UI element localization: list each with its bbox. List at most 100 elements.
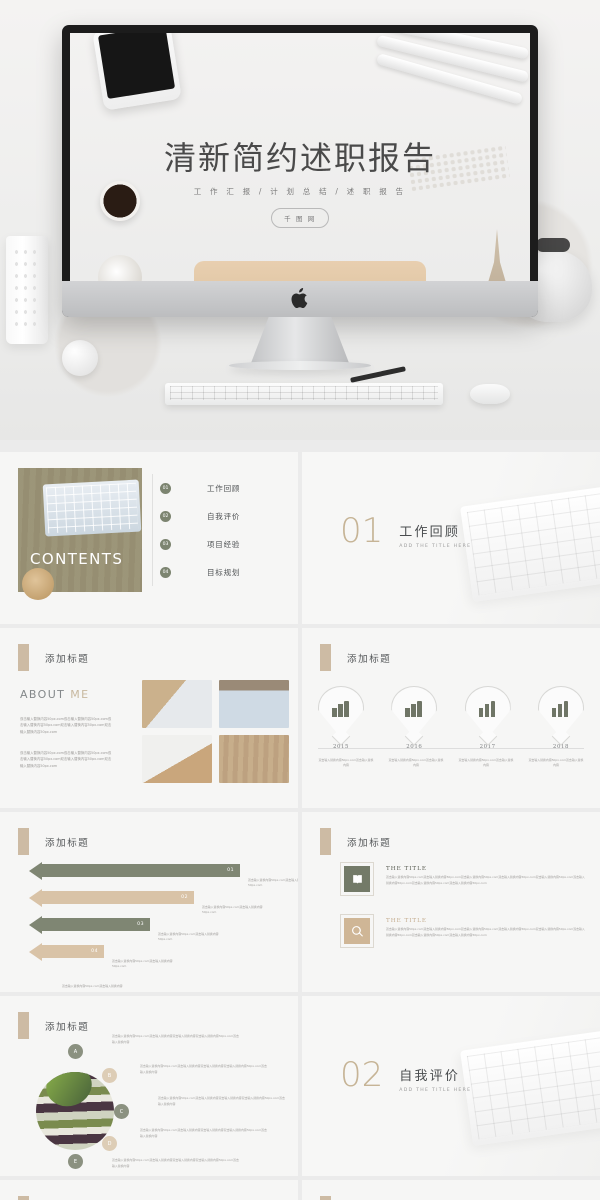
about-heading: ABOUT ME — [20, 688, 89, 701]
accent-bar — [320, 828, 331, 855]
timeline-pin[interactable] — [391, 686, 438, 746]
hero-cover-slide[interactable]: 清新简约述职报告 工 作 汇 报 / 计 划 总 结 / 述 职 报 告 千 图… — [0, 0, 600, 440]
imac-monitor: 清新简约述职报告 工 作 汇 报 / 计 划 总 结 / 述 职 报 告 千 图… — [62, 25, 538, 317]
slide-row: 添加标题 添加标题 — [0, 1180, 600, 1200]
arrow-head-icon — [29, 861, 42, 880]
section-header: 添加标题 — [18, 828, 89, 855]
apple-logo-icon — [291, 288, 308, 308]
section-text-group: 自我评价 ADD THE TITLE HERE — [399, 1058, 471, 1093]
circle-badge-a[interactable]: A — [68, 1044, 83, 1059]
arrow-row-4[interactable]: 04 双击输入替换内容50px.com双击输入替换内容50px.com — [12, 942, 288, 972]
circle-badge-d[interactable]: D — [102, 1136, 117, 1151]
icon-title-label: THE TITLE — [386, 866, 427, 872]
circle-diagram: A B C D E 双击输入替换内容50px.com双击输入替换内容双击输入替换… — [18, 1034, 286, 1169]
cup-photo-element — [22, 568, 54, 600]
timeline-pin[interactable] — [537, 686, 584, 746]
circle-badge-c[interactable]: C — [114, 1104, 129, 1119]
icon-title-body: THE TITLE 双击输入替换内容50px.com双击输入替换内容50px.c… — [386, 866, 586, 892]
arrow-body — [42, 918, 150, 931]
arrow-number: 04 — [91, 949, 98, 954]
slide-bottom-right[interactable]: 添加标题 — [302, 1180, 600, 1200]
circle-text-e: 双击输入替换内容50px.com双击输入替换内容双击输入替换内容双击输入替换内容… — [112, 1158, 239, 1168]
contents-photo: CONTENTS — [18, 468, 142, 600]
slide-about-me[interactable]: 添加标题 ABOUT ME 双击输入替换内容50px.com双击输入替换内容50… — [0, 628, 298, 808]
slide-row: 添加标题 A B C D E 双击输入替换内容50px.com双击输入替换内容双… — [0, 996, 600, 1176]
arrow-text: 双击输入替换内容50px.com双击输入替换内容50px.com — [202, 905, 263, 915]
contents-list: 01 工作回顾 02 自我评价 03 项目经验 04 目标规划 — [160, 474, 282, 586]
icon-title-list: THE TITLE 双击输入替换内容50px.com双击输入替换内容50px.c… — [340, 862, 586, 970]
section-header: 添加标题 — [320, 644, 391, 671]
accent-bar — [320, 644, 331, 671]
contents-item-3[interactable]: 03 项目经验 — [160, 530, 282, 558]
contents-label: 自我评价 — [207, 511, 241, 521]
contents-number: 01 — [160, 482, 171, 494]
keyboard-decoration — [460, 486, 600, 602]
building-chart-icon — [332, 701, 350, 717]
contents-label: 工作回顾 — [207, 483, 241, 493]
arrow-number: 03 — [137, 922, 144, 927]
arrow-row-2[interactable]: 02 双击输入替换内容50px.com双击输入替换内容50px.com — [12, 888, 288, 918]
timeline-desc: 双击输入替换内容50px.com双击输入替换内容 — [388, 758, 444, 768]
hero-badge: 千 图 网 — [271, 208, 329, 228]
desk-panel-prop — [194, 261, 426, 281]
timeline-pin[interactable] — [318, 686, 364, 746]
slide-icon-titles[interactable]: 添加标题 THE TITLE 双击输入替换内容50px.com双击输入替换内容5… — [302, 812, 600, 992]
slide-contents[interactable]: CONTENTS 01 工作回顾 02 自我评价 03 项目经验 04 目标规划 — [0, 452, 298, 624]
slide-circle-diagram[interactable]: 添加标题 A B C D E 双击输入替换内容50px.com双击输入替换内容双… — [0, 996, 298, 1176]
icon-title-item-1[interactable]: THE TITLE 双击输入替换内容50px.com双击输入替换内容50px.c… — [340, 862, 586, 896]
about-paragraph-1: 双击输入替换内容50px.com双击输入替换内容50px.com双击输入替换内容… — [20, 717, 112, 734]
timeline: 2015 2016 2017 2018 双击输入替换内容50px.com双击输入… — [318, 686, 584, 768]
slide-arrows[interactable]: 添加标题 01 双击输入替换内容50px.com双击输入替换内容50px.com — [0, 812, 298, 992]
section-header-title: 添加标题 — [45, 653, 90, 665]
tablet-prop — [92, 33, 182, 111]
about-paragraph-2: 双击输入替换内容50px.com双击输入替换内容50px.com双击输入替换内容… — [20, 751, 112, 768]
white-ball-prop — [62, 340, 98, 376]
section-heading-block: 01 工作回顾 ADD THE TITLE HERE — [340, 514, 471, 549]
vertical-divider — [152, 474, 153, 586]
book-icon — [340, 862, 374, 896]
section-subtitle: ADD THE TITLE HERE — [399, 544, 472, 549]
circle-text-d: 双击输入替换内容50px.com双击输入替换内容双击输入替换内容双击输入替换内容… — [140, 1128, 267, 1138]
arrow-head-icon — [29, 915, 42, 934]
arrow-bar: 03 — [29, 915, 150, 934]
circle-badge-b[interactable]: B — [102, 1068, 117, 1083]
monitor-stand-base — [229, 361, 371, 370]
timeline-descriptions: 双击输入替换内容50px.com双击输入替换内容 双击输入替换内容50px.co… — [318, 758, 584, 768]
accent-bar — [18, 644, 29, 671]
monitor-chin — [62, 281, 538, 317]
about-photo — [142, 680, 212, 728]
keyboard-prop — [165, 383, 443, 405]
section-text-group: 工作回顾 ADD THE TITLE HERE — [399, 514, 471, 549]
contents-item-2[interactable]: 02 自我评价 — [160, 502, 282, 530]
contents-item-4[interactable]: 04 目标规划 — [160, 558, 282, 586]
slide-section-01[interactable]: 01 工作回顾 ADD THE TITLE HERE — [302, 452, 600, 624]
icon-title-label: THE TITLE — [386, 918, 427, 924]
arrow-number: 02 — [181, 895, 188, 900]
arrow-bar: 02 — [29, 888, 194, 907]
timeline-pins — [318, 686, 584, 746]
slide-bottom-left[interactable]: 添加标题 — [0, 1180, 298, 1200]
timeline-axis — [318, 748, 584, 749]
about-heading-accent: ME — [70, 688, 90, 701]
section-header: 添加标题 — [320, 1196, 391, 1200]
slide-section-02[interactable]: 02 自我评价 ADD THE TITLE HERE — [302, 996, 600, 1176]
search-icon — [340, 914, 374, 948]
icon-frame — [340, 914, 374, 948]
section-number: 01 — [340, 511, 384, 551]
contents-item-1[interactable]: 01 工作回顾 — [160, 474, 282, 502]
building-chart-icon — [551, 701, 570, 717]
accent-bar — [18, 1012, 29, 1039]
arrow-row-1[interactable]: 01 双击输入替换内容50px.com双击输入替换内容50px.com — [12, 861, 298, 891]
icon-title-item-2[interactable]: THE TITLE 双击输入替换内容50px.com双击输入替换内容50px.c… — [340, 914, 586, 948]
keyboard-decoration — [460, 1030, 600, 1146]
accent-bar — [320, 1196, 331, 1200]
timeline-desc: 双击输入替换内容50px.com双击输入替换内容 — [528, 758, 584, 768]
timeline-pin[interactable] — [464, 686, 511, 746]
contents-number: 03 — [160, 538, 171, 550]
monitor-screen[interactable]: 清新简约述职报告 工 作 汇 报 / 计 划 总 结 / 述 职 报 告 千 图… — [70, 33, 530, 281]
arrow-text: 双击输入替换内容50px.com双击输入替换内容50px.com — [112, 959, 173, 969]
circle-badge-e[interactable]: E — [68, 1154, 83, 1169]
about-heading-main: ABOUT — [20, 688, 66, 701]
arrow-row-3[interactable]: 03 双击输入替换内容50px.com双击输入替换内容50px.com — [12, 915, 288, 945]
slide-timeline[interactable]: 添加标题 2015 2016 2017 2018 双击输入替换内容50px.co… — [302, 628, 600, 808]
